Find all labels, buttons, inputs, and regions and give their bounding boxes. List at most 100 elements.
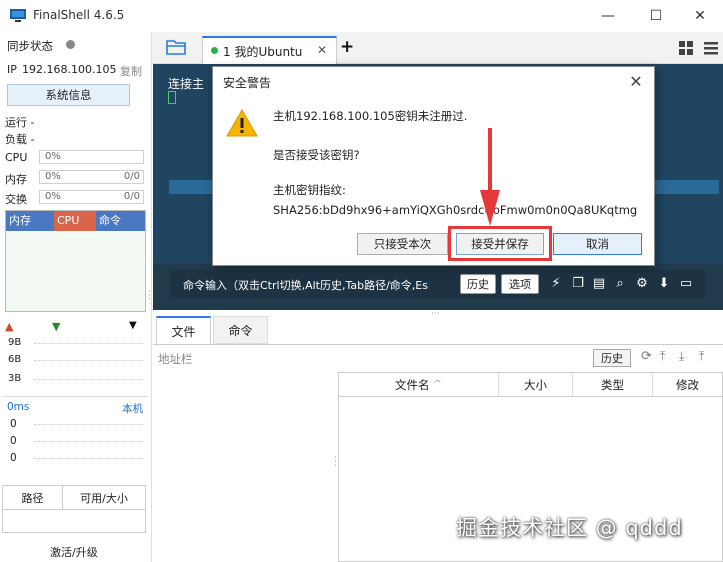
search-icon[interactable]: ⌕ bbox=[612, 276, 628, 291]
ip-label: IP bbox=[7, 63, 17, 76]
ping-scale-low: 0 bbox=[10, 452, 17, 464]
watermark-text: 掘金技术社区 @ qddd bbox=[456, 516, 683, 540]
security-warning-dialog: 安全警告 ✕ 主机192.168.100.105密钥未注册过. 是否接受该密钥?… bbox=[212, 66, 655, 266]
col-type[interactable]: 类型 bbox=[573, 373, 653, 396]
cancel-button[interactable]: 取消 bbox=[553, 233, 642, 255]
close-icon: ✕ bbox=[694, 8, 706, 24]
divider bbox=[153, 344, 723, 345]
tab-close-icon[interactable]: ✕ bbox=[317, 43, 327, 57]
file-panel-splitter-handle[interactable]: · · · bbox=[334, 454, 337, 471]
disk-col-path[interactable]: 路径 bbox=[3, 486, 63, 509]
ping-latency-value: 0ms bbox=[7, 401, 30, 413]
file-list-header: 文件名 ^ 大小 类型 修改 bbox=[339, 373, 722, 397]
window-title: FinalShell 4.6.5 bbox=[33, 8, 125, 22]
cpu-usage-value: 0% bbox=[45, 151, 61, 162]
accept-once-button[interactable]: 只接受本次 bbox=[357, 233, 448, 255]
disk-table-header: 路径 可用/大小 bbox=[3, 486, 145, 510]
tab-commands-label: 命令 bbox=[228, 323, 253, 338]
network-grid-line bbox=[34, 379, 144, 380]
dialog-fingerprint-label: 主机密钥指纹: bbox=[273, 183, 346, 197]
command-options-button[interactable]: 选项 bbox=[501, 274, 539, 294]
system-info-button[interactable]: 系统信息 bbox=[7, 84, 130, 106]
sort-ascending-icon: ^ bbox=[433, 379, 442, 390]
minimize-icon: — bbox=[601, 8, 615, 24]
warning-icon bbox=[226, 108, 258, 140]
close-icon: ✕ bbox=[629, 71, 643, 91]
directory-tree[interactable] bbox=[153, 371, 333, 562]
network-scale-high: 9B bbox=[8, 337, 22, 348]
go-up-icon[interactable]: ⤒ bbox=[660, 349, 665, 364]
cpu-usage-bar: 0% bbox=[39, 150, 144, 164]
process-col-cpu[interactable]: CPU bbox=[54, 211, 96, 231]
command-input-hint: 命令输入（双击Ctrl切换,Alt历史,Tab路径/命令,Es bbox=[183, 279, 428, 292]
network-interface-dropdown-icon[interactable]: ▼ bbox=[129, 320, 137, 331]
dialog-message-host: 主机192.168.100.105密钥未注册过. bbox=[273, 109, 468, 123]
upload-file-icon[interactable]: ⤒ bbox=[699, 349, 704, 364]
dialog-message-question: 是否接受该密钥? bbox=[273, 148, 360, 162]
lightning-icon[interactable]: ⚡ bbox=[548, 276, 564, 291]
cpu-label: CPU bbox=[5, 151, 28, 164]
sync-status-label: 同步状态 bbox=[7, 39, 53, 53]
left-sidebar: 同步状态 IP 192.168.100.105 复制 系统信息 运行 - 负载 … bbox=[0, 32, 152, 562]
close-window-button[interactable]: ✕ bbox=[677, 0, 723, 32]
tab-files[interactable]: 文件 bbox=[156, 316, 211, 344]
refresh-icon[interactable]: ⟳ bbox=[641, 349, 652, 364]
network-scale-mid: 6B bbox=[8, 354, 22, 365]
ping-grid-line bbox=[34, 458, 144, 459]
dialog-title: 安全警告 bbox=[223, 76, 272, 90]
maximize-button[interactable]: ☐ bbox=[633, 0, 679, 32]
highlight-annotation-box bbox=[448, 226, 552, 261]
tab-commands[interactable]: 命令 bbox=[213, 316, 268, 344]
window-icon[interactable]: ▭ bbox=[678, 276, 694, 291]
network-scale-low: 3B bbox=[8, 373, 22, 384]
memory-usage-bar: 0% 0/0 bbox=[39, 170, 144, 184]
title-bar: FinalShell 4.6.5 — ☐ ✕ bbox=[0, 0, 723, 32]
gear-icon[interactable]: ⚙ bbox=[634, 276, 650, 291]
session-tab-bar: 1 我的Ubuntu ✕ + bbox=[152, 32, 723, 64]
address-bar-label[interactable]: 地址栏 bbox=[158, 351, 193, 367]
add-tab-button[interactable]: + bbox=[340, 37, 354, 57]
vertical-splitter-handle[interactable]: · · · bbox=[148, 288, 151, 305]
command-history-button[interactable]: 历史 bbox=[460, 274, 496, 294]
network-grid-line bbox=[34, 360, 144, 361]
swap-usage-bar: 0% 0/0 bbox=[39, 190, 144, 204]
paste-icon[interactable]: ▤ bbox=[591, 276, 607, 291]
copy-icon[interactable]: ❐ bbox=[570, 276, 586, 291]
ping-host-label[interactable]: 本机 bbox=[122, 401, 143, 416]
terminal-highlight-block bbox=[169, 180, 213, 194]
terminal-connecting-text: 连接主 bbox=[168, 77, 205, 91]
download-arrow-icon: ▼ bbox=[52, 320, 61, 333]
download-icon[interactable]: ⬇ bbox=[656, 276, 672, 291]
command-input-bar[interactable]: 命令输入（双击Ctrl切换,Alt历史,Tab路径/命令,Es 历史 选项 ⚡ … bbox=[170, 270, 705, 298]
copy-ip-link[interactable]: 复制 bbox=[120, 63, 142, 79]
disk-col-available-size[interactable]: 可用/大小 bbox=[63, 486, 145, 509]
path-history-button[interactable]: 历史 bbox=[593, 349, 631, 367]
process-col-memory[interactable]: 内存 bbox=[6, 211, 54, 231]
tab-session-ubuntu[interactable]: 1 我的Ubuntu ✕ bbox=[202, 36, 337, 64]
load-label: 负载 - bbox=[5, 133, 35, 146]
ping-scale-high: 0 bbox=[10, 418, 17, 430]
memory-usage-value: 0% bbox=[45, 171, 61, 182]
connected-status-dot bbox=[211, 47, 218, 54]
terminal-cursor bbox=[168, 91, 176, 104]
minimize-button[interactable]: — bbox=[585, 0, 631, 32]
col-size[interactable]: 大小 bbox=[499, 373, 573, 396]
activate-upgrade-link[interactable]: 激活/升级 bbox=[50, 544, 98, 560]
process-col-command[interactable]: 命令 bbox=[96, 211, 145, 231]
dialog-close-button[interactable]: ✕ bbox=[621, 67, 651, 95]
open-folder-icon[interactable] bbox=[166, 38, 188, 59]
disk-table[interactable]: 路径 可用/大小 bbox=[2, 485, 146, 533]
tab-label: 1 我的Ubuntu bbox=[223, 45, 303, 59]
upload-arrow-icon: ▲ bbox=[5, 320, 14, 333]
ping-grid-line bbox=[34, 424, 144, 425]
download-file-icon[interactable]: ⤓ bbox=[679, 349, 684, 364]
process-table[interactable]: 内存 CPU 命令 bbox=[5, 210, 146, 312]
grid-view-icon[interactable] bbox=[679, 41, 693, 58]
memory-usage-ratio: 0/0 bbox=[123, 171, 140, 182]
col-filename[interactable]: 文件名 ^ bbox=[339, 373, 499, 396]
col-modified[interactable]: 修改 bbox=[653, 373, 722, 396]
annotation-arrow-icon bbox=[480, 128, 500, 226]
menu-icon[interactable] bbox=[704, 41, 718, 58]
col-filename-label: 文件名 bbox=[395, 377, 430, 392]
ip-value: 192.168.100.105 bbox=[22, 63, 117, 76]
